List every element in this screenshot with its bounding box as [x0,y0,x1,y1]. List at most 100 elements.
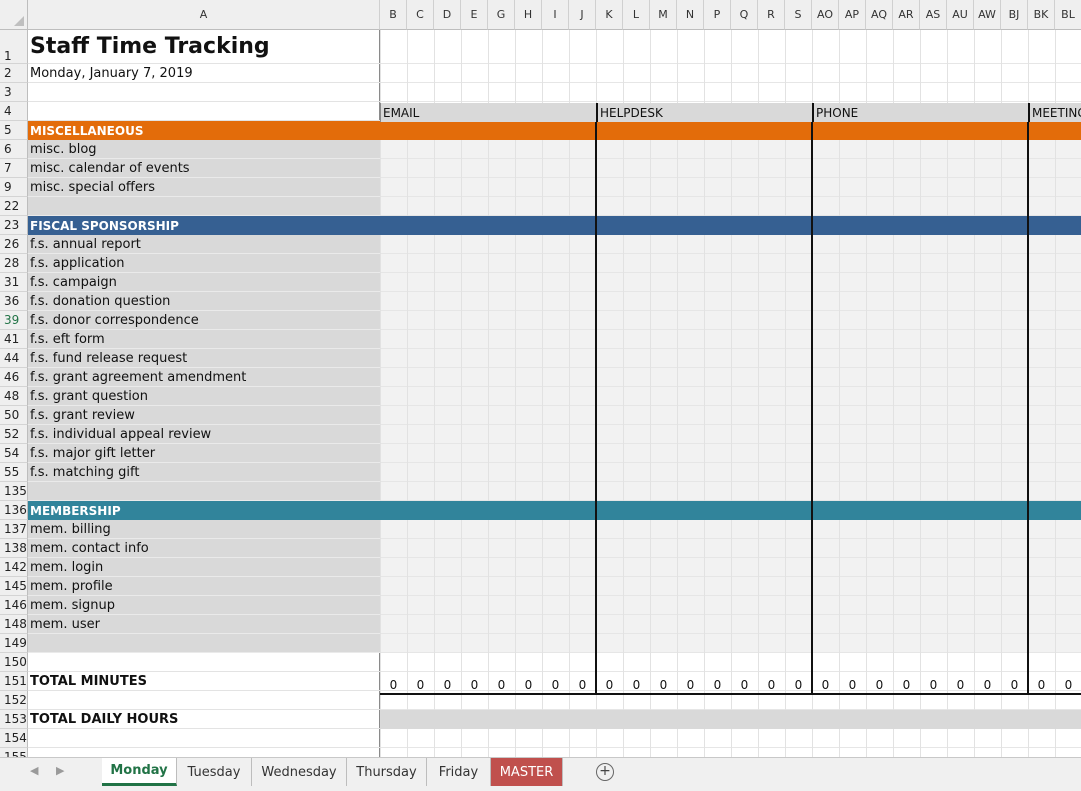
row-header[interactable]: 6 [0,140,28,159]
task-label-cell[interactable]: mem. contact info [28,539,380,558]
column-header-au[interactable]: AU [947,0,974,30]
column-header-ar[interactable]: AR [893,0,920,30]
total-minutes-value[interactable]: 0 [488,675,515,694]
row-header[interactable]: 41 [0,330,28,349]
total-minutes-value[interactable]: 0 [731,675,758,694]
row-header[interactable]: 48 [0,387,28,406]
total-minutes-label[interactable]: TOTAL MINUTES [28,672,380,691]
task-label-cell[interactable]: f.s. grant review [28,406,380,425]
row-header[interactable]: 152 [0,691,28,710]
task-label-cell[interactable]: f.s. donation question [28,292,380,311]
total-minutes-value[interactable]: 0 [839,675,866,694]
task-label-cell[interactable]: mem. signup [28,596,380,615]
total-minutes-value[interactable]: 0 [542,675,569,694]
total-minutes-value[interactable]: 0 [947,675,974,694]
row-header[interactable]: 2 [0,64,28,83]
column-header-aw[interactable]: AW [974,0,1001,30]
total-minutes-value[interactable]: 0 [677,675,704,694]
column-header-j[interactable]: J [569,0,596,30]
column-header-e[interactable]: E [461,0,488,30]
add-sheet-icon[interactable]: + [596,763,614,781]
cell-a[interactable]: Monday, January 7, 2019 [28,64,380,83]
row-header[interactable]: 155 [0,748,28,757]
total-minutes-value[interactable]: 0 [974,675,1001,694]
row-header[interactable]: 26 [0,235,28,254]
sheet-tab-friday[interactable]: Friday [427,758,491,786]
total-minutes-value[interactable]: 0 [785,675,812,694]
task-label-cell[interactable]: f.s. major gift letter [28,444,380,463]
column-header-h[interactable]: H [515,0,542,30]
sheet-tab-thursday[interactable]: Thursday [347,758,427,786]
column-header-l[interactable]: L [623,0,650,30]
row-header[interactable]: 138 [0,539,28,558]
row-header[interactable]: 146 [0,596,28,615]
section-header[interactable]: FISCAL SPONSORSHIP [28,216,380,235]
row-header[interactable]: 145 [0,577,28,596]
row-header[interactable]: 23 [0,216,28,235]
total-minutes-value[interactable]: 0 [1055,675,1081,694]
column-header-a[interactable]: A [28,0,380,30]
row-header[interactable]: 150 [0,653,28,672]
row-header[interactable]: 46 [0,368,28,387]
total-minutes-value[interactable]: 0 [893,675,920,694]
total-daily-hours-cells[interactable] [380,710,1081,729]
task-label-cell[interactable]: mem. login [28,558,380,577]
sheet-tab-tuesday[interactable]: Tuesday [177,758,252,786]
column-header-b[interactable]: B [380,0,407,30]
row-header[interactable]: 50 [0,406,28,425]
column-header-aq[interactable]: AQ [866,0,893,30]
row-header[interactable]: 31 [0,273,28,292]
task-label-cell[interactable]: f.s. eft form [28,330,380,349]
total-minutes-value[interactable]: 0 [434,675,461,694]
row-header[interactable]: 54 [0,444,28,463]
total-minutes-value[interactable]: 0 [461,675,488,694]
section-header[interactable]: MISCELLANEOUS [28,121,380,140]
total-minutes-value[interactable]: 0 [866,675,893,694]
total-minutes-value[interactable]: 0 [380,675,407,694]
total-minutes-value[interactable]: 0 [623,675,650,694]
task-label-cell[interactable]: misc. calendar of events [28,159,380,178]
prev-sheet-icon[interactable]: ◀ [30,764,38,777]
sheet-tab-wednesday[interactable]: Wednesday [252,758,347,786]
total-minutes-value[interactable]: 0 [515,675,542,694]
row-header[interactable]: 28 [0,254,28,273]
task-label-cell[interactable] [28,482,380,501]
total-minutes-value[interactable]: 0 [650,675,677,694]
row-header[interactable]: 4 [0,102,28,121]
row-header[interactable]: 22 [0,197,28,216]
total-minutes-value[interactable]: 0 [1028,675,1055,694]
row-header[interactable]: 142 [0,558,28,577]
row-header[interactable]: 52 [0,425,28,444]
total-minutes-value[interactable]: 0 [758,675,785,694]
category-header-helpdesk[interactable]: HELPDESK [596,103,812,122]
section-header[interactable]: MEMBERSHIP [28,501,380,520]
task-label-cell[interactable]: mem. profile [28,577,380,596]
total-minutes-value[interactable]: 0 [920,675,947,694]
next-sheet-icon[interactable]: ▶ [56,764,64,777]
task-label-cell[interactable]: f.s. fund release request [28,349,380,368]
task-label-cell[interactable]: mem. user [28,615,380,634]
row-header[interactable]: 153 [0,710,28,729]
row-header[interactable]: 154 [0,729,28,748]
column-header-ao[interactable]: AO [812,0,839,30]
column-header-ap[interactable]: AP [839,0,866,30]
cell-a[interactable] [28,748,380,757]
task-label-cell[interactable]: misc. blog [28,140,380,159]
column-header-r[interactable]: R [758,0,785,30]
category-header-phone[interactable]: PHONE [812,103,1028,122]
row-header[interactable]: 44 [0,349,28,368]
task-label-cell[interactable] [28,634,380,653]
task-label-cell[interactable] [28,197,380,216]
column-header-bk[interactable]: BK [1028,0,1055,30]
row-header[interactable]: 149 [0,634,28,653]
total-minutes-value[interactable]: 0 [407,675,434,694]
column-header-as[interactable]: AS [920,0,947,30]
row-header[interactable]: 148 [0,615,28,634]
column-header-bj[interactable]: BJ [1001,0,1028,30]
category-header-email[interactable]: EMAIL [380,103,596,122]
column-header-d[interactable]: D [434,0,461,30]
sheet-title[interactable]: Staff Time Tracking [28,30,380,64]
spreadsheet-grid[interactable]: A B C D E G H I J K L M N P Q R S AO AP AQ AR AS AU AW BJ BK BL 1S… [0,0,1081,757]
cell-a[interactable] [28,653,380,672]
column-header-m[interactable]: M [650,0,677,30]
